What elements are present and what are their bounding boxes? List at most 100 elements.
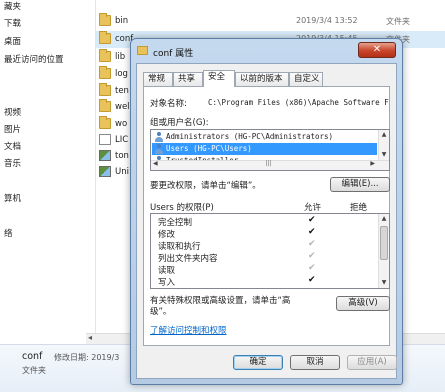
permission-row: 写入 ✔ (152, 275, 377, 288)
details-item-type: 文件夹 (22, 366, 46, 375)
nav-item-music[interactable]: 音乐 (4, 157, 21, 169)
close-button[interactable]: ✕ (358, 42, 396, 58)
scroll-left-icon[interactable]: ◂ (88, 333, 92, 342)
permission-row: 读取 ✔ (152, 263, 377, 276)
tab-general[interactable]: 常规 (143, 72, 173, 86)
permission-row: 修改 ✔ (152, 227, 377, 240)
list-item-label: Users (HG-PC\Users) (166, 144, 252, 153)
file-name: bin (115, 16, 129, 26)
ok-button[interactable]: 确定 (233, 355, 283, 370)
dialog-title-bar[interactable]: conf 属性 ✕ (131, 39, 402, 63)
permission-row: 读取和执行 ✔ (152, 239, 377, 252)
dialog-body: 常规 共享 安全 以前的版本 自定义 对象名称: C:\Program File… (136, 63, 397, 379)
advanced-button[interactable]: 高级(V) (336, 296, 390, 311)
dialog-title: conf 属性 (153, 49, 194, 59)
scroll-grip-icon: ||| (265, 160, 272, 167)
file-row-bin[interactable]: bin 2019/3/4 13:52 文件夹 (96, 13, 445, 30)
security-tab-panel: 对象名称: C:\Program Files (x86)\Apache Soft… (143, 86, 390, 346)
folder-icon (99, 83, 111, 96)
document-icon (99, 134, 111, 145)
cancel-button[interactable]: 取消 (290, 355, 340, 370)
properties-dialog: conf 属性 ✕ 常规 共享 安全 以前的版本 自定义 对象名称: C:\Pr… (130, 38, 403, 385)
permission-name: 完全控制 (158, 218, 193, 228)
object-name-value: C:\Program Files (x86)\Apache Software F (208, 98, 389, 107)
scroll-right-icon[interactable]: ▶ (370, 160, 375, 167)
nav-item-computer[interactable]: 算机 (4, 192, 21, 204)
allow-column-header: 允许 (304, 203, 322, 213)
group-list-label: 组或用户名(G): (150, 118, 209, 128)
file-name: Uni (115, 167, 129, 177)
permissions-label: Users 的权限(P) (150, 203, 214, 213)
nav-item-desktop[interactable]: 桌面 (4, 35, 21, 47)
deny-column-header: 拒绝 (350, 203, 368, 213)
check-icon: ✔ (308, 215, 316, 225)
permission-name: 读取 (158, 266, 176, 276)
list-item-administrators[interactable]: Administrators (HG-PC\Administrators) (152, 131, 377, 143)
list-item-users[interactable]: Users (HG-PC\Users) (152, 143, 377, 155)
folder-icon (99, 66, 111, 79)
nav-item-documents[interactable]: 文档 (4, 140, 21, 152)
scroll-down-icon[interactable]: ▼ (379, 150, 389, 160)
permission-name: 修改 (158, 230, 176, 240)
details-item-name: conf (22, 351, 43, 362)
folder-icon (99, 31, 111, 44)
edit-button[interactable]: 编辑(E)... (330, 177, 390, 192)
image-file-icon (99, 166, 111, 177)
check-icon: ✔ (308, 251, 316, 261)
object-name-label: 对象名称: (150, 99, 187, 109)
access-control-link[interactable]: 了解访问控制和权限 (150, 324, 227, 336)
nav-item-network[interactable]: 络 (4, 227, 13, 239)
nav-item-videos[interactable]: 视频 (4, 106, 21, 118)
nav-item-favorites[interactable]: 藏夹 (4, 0, 21, 12)
folder-icon (137, 46, 148, 55)
scroll-thumb[interactable] (380, 226, 388, 260)
check-icon: ✔ (308, 227, 316, 237)
scroll-up-icon[interactable]: ▲ (379, 214, 389, 224)
permission-row: 列出文件夹内容 ✔ (152, 251, 377, 264)
tab-sharing[interactable]: 共享 (173, 72, 203, 86)
edit-hint: 要更改权限，请单击“编辑”。 (150, 181, 261, 191)
group-list-scrollbar[interactable]: ▲ ▼ (378, 130, 389, 160)
scroll-down-icon[interactable]: ▼ (379, 278, 389, 288)
permissions-scrollbar[interactable]: ▲ ▼ (378, 214, 389, 288)
file-name: wel (115, 102, 130, 112)
folder-icon (99, 13, 111, 26)
nav-item-pictures[interactable]: 图片 (4, 123, 21, 135)
check-icon: ✔ (308, 263, 316, 273)
details-modified-date: 修改日期: 2019/3 (54, 353, 120, 362)
group-user-list[interactable]: Administrators (HG-PC\Administrators) Us… (150, 129, 390, 171)
file-type: 文件夹 (386, 17, 410, 26)
permission-name: 列出文件夹内容 (158, 254, 218, 264)
image-file-icon (99, 150, 111, 161)
tab-security[interactable]: 安全 (203, 70, 235, 87)
file-date: 2019/3/4 13:52 (296, 16, 358, 25)
folder-icon (99, 49, 111, 62)
tab-customize[interactable]: 自定义 (289, 72, 323, 86)
file-name: ten (115, 86, 129, 96)
permission-row: 完全控制 ✔ (152, 215, 377, 228)
permission-name: 读取和执行 (158, 242, 201, 252)
file-name: LIC (115, 135, 129, 145)
group-list-hscrollbar[interactable]: ◀ ||| ▶ (151, 160, 389, 170)
advanced-hint-line2: 级”。 (150, 307, 172, 317)
apply-button[interactable]: 应用(A) (347, 355, 397, 370)
check-icon: ✔ (308, 275, 316, 285)
scroll-left-icon[interactable]: ◀ (153, 160, 158, 167)
user-group-icon (154, 132, 164, 142)
folder-icon (99, 116, 111, 129)
user-group-icon (154, 144, 164, 154)
nav-item-recent-places[interactable]: 最近访问的位置 (4, 53, 64, 65)
permission-name: 写入 (158, 278, 176, 288)
navigation-pane: 藏夹 下载 桌面 最近访问的位置 视频 图片 文档 音乐 算机 络 (0, 0, 96, 335)
folder-icon (99, 99, 111, 112)
file-name: lib (115, 52, 126, 62)
nav-item-downloads[interactable]: 下载 (4, 17, 21, 29)
file-name: log (115, 69, 128, 79)
tab-previous-versions[interactable]: 以前的版本 (235, 72, 289, 86)
permissions-list[interactable]: 完全控制 ✔ 修改 ✔ 读取和执行 ✔ 列出文件夹内容 ✔ 读取 ✔ 写入 ✔ … (150, 213, 390, 289)
file-name: wo (115, 119, 128, 129)
check-icon: ✔ (308, 239, 316, 249)
scroll-up-icon[interactable]: ▲ (379, 130, 389, 140)
list-item-label: Administrators (HG-PC\Administrators) (166, 132, 334, 141)
file-name: ton (115, 151, 129, 161)
